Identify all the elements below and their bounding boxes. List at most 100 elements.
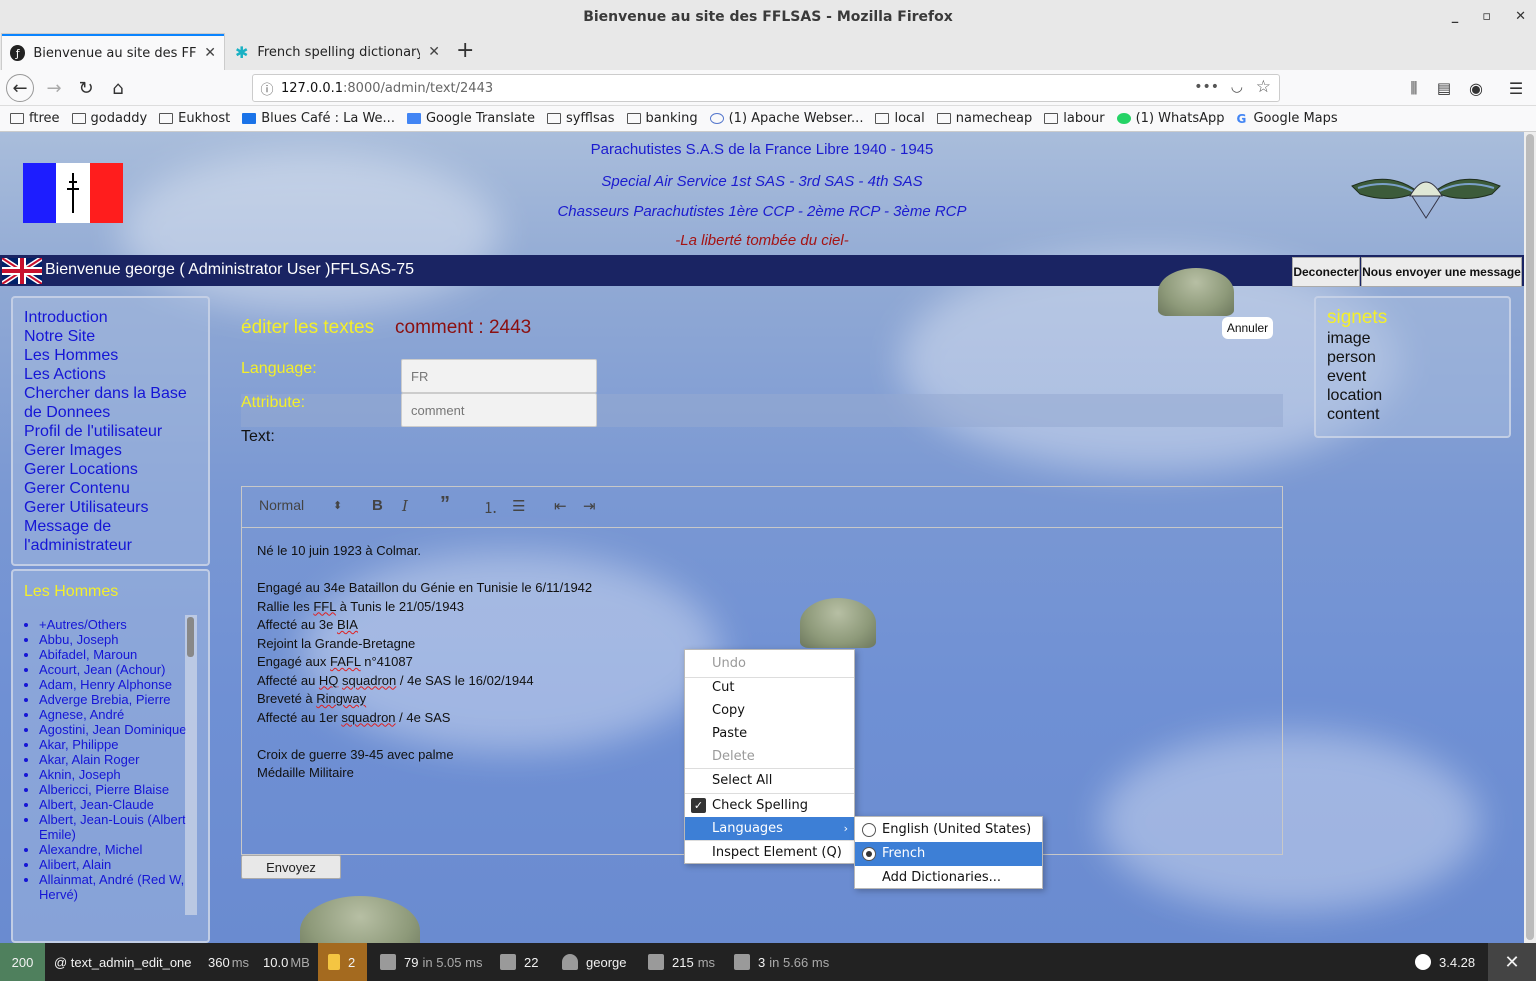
memory-usage[interactable]: 10.0 MB (263, 943, 310, 981)
bookmark-item[interactable]: Eukhost (159, 111, 230, 126)
menu-item-copy[interactable]: Copy (685, 699, 854, 722)
back-icon[interactable]: ← (6, 74, 34, 102)
menu-item-inspect[interactable]: Inspect Element (Q) (685, 841, 854, 864)
indent-icon[interactable]: ⇥ (583, 497, 596, 515)
hommes-link[interactable]: Alibert, Alain (39, 857, 195, 872)
submit-button[interactable]: Envoyez (241, 855, 341, 879)
menu-link-notre-site[interactable]: Notre Site (24, 327, 208, 346)
menu-item-languages[interactable]: Languages › (685, 817, 854, 840)
warnings-badge[interactable]: 2 (318, 943, 367, 981)
italic-icon[interactable]: I (402, 497, 408, 515)
signet-content[interactable]: content (1327, 405, 1509, 424)
menu-item-check-spelling[interactable]: ✓ Check Spelling (685, 794, 854, 817)
language-field[interactable]: FR (401, 359, 597, 393)
menu-link-introduction[interactable]: Introduction (24, 308, 208, 327)
hommes-link[interactable]: Agostini, Jean Dominique (39, 722, 195, 737)
menu-link-gerer-contenu[interactable]: Gerer Contenu (24, 479, 208, 498)
bold-icon[interactable]: B (372, 497, 383, 514)
bookmark-star-icon[interactable]: ☆ (1256, 77, 1271, 97)
menu-item-delete[interactable]: Delete (685, 745, 854, 768)
page-scrollbar[interactable] (1524, 132, 1536, 943)
close-tab-icon[interactable]: ✕ (428, 44, 440, 60)
bookmark-item[interactable]: godaddy (71, 111, 147, 126)
menu-link-les-actions[interactable]: Les Actions (24, 365, 208, 384)
library-icon[interactable]: ⫼ (1400, 74, 1428, 102)
outdent-icon[interactable]: ⇤ (554, 497, 567, 515)
bullet-list-icon[interactable]: ☰ (512, 497, 525, 515)
lang-option-french[interactable]: French (855, 842, 1042, 866)
format-select[interactable]: Normal (259, 497, 304, 513)
close-window-button[interactable]: ✕ (1515, 0, 1526, 34)
bookmark-item[interactable]: syfflsas (546, 111, 615, 126)
menu-link-profil[interactable]: Profil de l'utilisateur (24, 422, 208, 441)
hommes-link[interactable]: Akar, Alain Roger (39, 752, 195, 767)
bookmark-item[interactable]: local (875, 111, 925, 126)
bookmark-item[interactable]: (1) Apache Webser... (709, 111, 863, 126)
menu-icon[interactable]: ☰ (1502, 74, 1530, 102)
signet-event[interactable]: event (1327, 367, 1509, 386)
hommes-link[interactable]: Albert, Jean-Louis (Albert Emile) (39, 812, 195, 842)
hommes-link[interactable]: +Autres/Others (39, 617, 195, 632)
scroll-thumb[interactable] (187, 617, 194, 657)
minimize-button[interactable]: _ (1452, 0, 1459, 34)
page-actions-icon[interactable]: ••• (1194, 79, 1219, 95)
cache-calls[interactable]: 3 in 5.66 ms (734, 943, 829, 981)
url-bar[interactable]: ⓘ 127.0.0.1:8000/admin/text/2443 ••• ◡ ☆ (252, 74, 1280, 102)
translations[interactable]: 22 (500, 943, 538, 981)
hommes-link[interactable]: Aknin, Joseph (39, 767, 195, 782)
reload-icon[interactable]: ↻ (72, 74, 100, 102)
logout-button[interactable]: Deconecter (1292, 257, 1360, 287)
render-time[interactable]: 215 ms (648, 943, 715, 981)
ordered-list-icon[interactable]: ⒈ (483, 497, 498, 518)
status-code-badge[interactable]: 200 (0, 943, 45, 981)
cancel-button[interactable]: Annuler (1222, 317, 1273, 339)
bookmark-item[interactable]: Google Translate (406, 111, 535, 126)
request-time[interactable]: 360 ms (208, 943, 249, 981)
info-icon[interactable]: ⓘ (253, 79, 281, 98)
hommes-link[interactable]: Albert, Jean-Claude (39, 797, 195, 812)
bookmark-item[interactable]: labour (1044, 111, 1105, 126)
signet-location[interactable]: location (1327, 386, 1509, 405)
send-message-button[interactable]: Nous envoyer une message (1361, 257, 1522, 287)
attribute-field[interactable]: comment (401, 393, 597, 427)
hommes-link[interactable]: Agnese, André (39, 707, 195, 722)
hommes-link[interactable]: Adam, Henry Alphonse (39, 677, 195, 692)
database-queries[interactable]: 79 in 5.05 ms (380, 943, 482, 981)
bookmark-item[interactable]: Blues Café : La We... (242, 111, 395, 126)
hommes-scrollbar[interactable] (185, 615, 197, 915)
menu-link-message-admin[interactable]: Message de l'administrateur (24, 517, 164, 555)
hommes-link[interactable]: Acourt, Jean (Achour) (39, 662, 195, 677)
tab-fflsas[interactable]: ƒ Bienvenue au site des FFLS ✕ (2, 34, 224, 70)
menu-item-undo[interactable]: Undo (685, 652, 854, 675)
menu-item-cut[interactable]: Cut (685, 676, 854, 699)
menu-item-select-all[interactable]: Select All (685, 769, 854, 792)
menu-link-gerer-images[interactable]: Gerer Images (24, 441, 208, 460)
menu-item-paste[interactable]: Paste (685, 722, 854, 745)
bookmark-item[interactable]: banking (626, 111, 698, 126)
signet-person[interactable]: person (1327, 348, 1509, 367)
symfony-version[interactable]: 3.4.28 (1415, 943, 1475, 981)
bookmark-item[interactable]: ftree (10, 111, 60, 126)
hommes-link[interactable]: Albericci, Pierre Blaise (39, 782, 195, 797)
tab-dictionary[interactable]: ✱ French spelling dictionary - ✕ (226, 34, 448, 70)
blockquote-icon[interactable]: ” (440, 493, 450, 516)
menu-link-gerer-locations[interactable]: Gerer Locations (24, 460, 208, 479)
sidebar-icon[interactable]: ▤ (1430, 74, 1458, 102)
hommes-link[interactable]: Alexandre, Michel (39, 842, 195, 857)
new-tab-icon[interactable]: + (456, 38, 474, 63)
pocket-icon[interactable]: ◡ (1231, 79, 1243, 95)
account-icon[interactable]: ◉ (1462, 74, 1490, 102)
menu-link-les-hommes[interactable]: Les Hommes (24, 346, 208, 365)
bookmark-item[interactable]: namecheap (936, 111, 1032, 126)
hommes-link[interactable]: Akar, Philippe (39, 737, 195, 752)
menu-link-chercher[interactable]: Chercher dans la Base de Donnees (24, 384, 202, 422)
format-select-arrow-icon[interactable]: ⬍ (333, 499, 342, 512)
close-tab-icon[interactable]: ✕ (204, 45, 216, 61)
security-user[interactable]: george (562, 943, 626, 981)
close-toolbar-icon[interactable]: ✕ (1488, 943, 1536, 981)
route-name[interactable]: @ text_admin_edit_one (54, 943, 192, 981)
home-icon[interactable]: ⌂ (104, 74, 132, 102)
scroll-thumb[interactable] (1526, 134, 1534, 940)
maximize-button[interactable]: ▫ (1482, 0, 1491, 34)
hommes-link[interactable]: Abifadel, Maroun (39, 647, 195, 662)
